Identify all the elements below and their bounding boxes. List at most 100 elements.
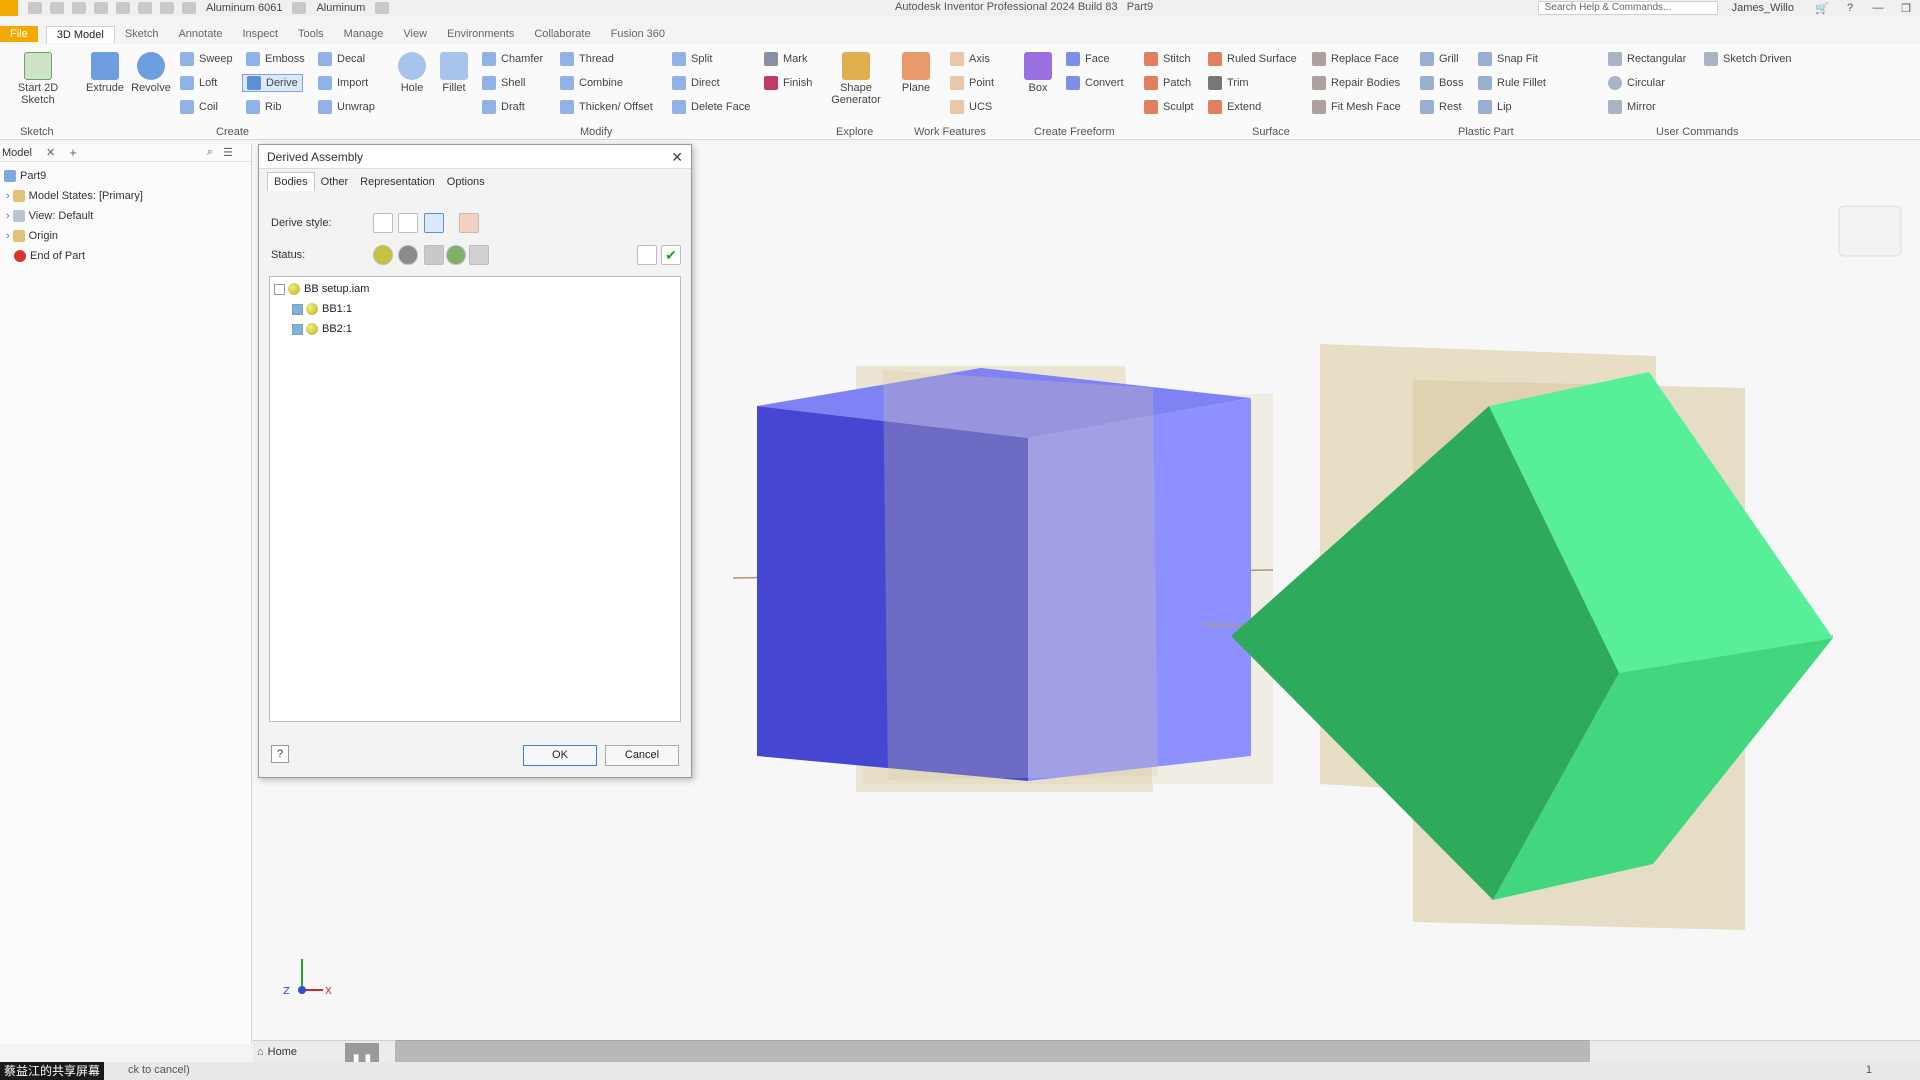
hole-button[interactable]: Hole <box>392 52 432 94</box>
tab-options[interactable]: Options <box>441 173 491 191</box>
coil-button[interactable]: Coil <box>180 98 218 116</box>
include-status-icon[interactable] <box>288 283 300 295</box>
tree-node-assembly[interactable]: BB setup.iam <box>274 283 369 295</box>
delete-face-button[interactable]: Delete Face <box>672 98 750 116</box>
tree-node-bb2[interactable]: BB2:1 <box>292 323 352 335</box>
split-button[interactable]: Split <box>672 50 712 68</box>
user-name[interactable]: James_Willo <box>1732 2 1794 14</box>
derive-surface-icon[interactable] <box>459 213 479 233</box>
tree-item-part9[interactable]: Part9 <box>4 170 46 182</box>
restore-icon[interactable]: ❐ <box>1892 2 1920 15</box>
collapse-icon[interactable] <box>274 283 285 295</box>
home-icon[interactable] <box>138 2 152 14</box>
circular-pattern-button[interactable]: Circular <box>1608 74 1665 92</box>
open-icon[interactable] <box>50 2 64 14</box>
mirror-button[interactable]: Mirror <box>1608 98 1656 116</box>
stitch-button[interactable]: Stitch <box>1144 50 1191 68</box>
shape-generator-button[interactable]: Shape Generator <box>826 52 886 106</box>
expand-icon[interactable]: › <box>6 190 10 202</box>
extrude-button[interactable]: Extrude <box>82 52 128 94</box>
emboss-button[interactable]: Emboss <box>246 50 305 68</box>
box-button[interactable]: Box <box>1018 52 1058 94</box>
direct-button[interactable]: Direct <box>672 74 720 92</box>
cancel-button[interactable]: Cancel <box>605 745 679 766</box>
tree-item-origin[interactable]: › Origin <box>6 230 58 242</box>
draft-button[interactable]: Draft <box>482 98 525 116</box>
tab-view[interactable]: View <box>393 26 437 42</box>
derive-multi-body-icon[interactable] <box>424 213 444 233</box>
help-button[interactable]: ? <box>271 745 289 763</box>
boss-button[interactable]: Boss <box>1420 74 1463 92</box>
search-icon[interactable]: ⌕ <box>207 146 213 159</box>
ruled-surface-button[interactable]: Ruled Surface <box>1208 50 1297 68</box>
tab-file[interactable]: File <box>0 26 38 42</box>
plane-button[interactable]: Plane <box>896 52 936 94</box>
trim-button[interactable]: Trim <box>1208 74 1249 92</box>
appearance-icon[interactable] <box>292 2 307 14</box>
rule-fillet-button[interactable]: Rule Fillet <box>1478 74 1546 92</box>
shell-button[interactable]: Shell <box>482 74 525 92</box>
tab-manage[interactable]: Manage <box>334 26 394 42</box>
tab-inspect[interactable]: Inspect <box>233 26 288 42</box>
rectangular-pattern-button[interactable]: Rectangular <box>1608 50 1686 68</box>
replace-face-button[interactable]: Replace Face <box>1312 50 1399 68</box>
patch-button[interactable]: Patch <box>1144 74 1191 92</box>
import-button[interactable]: Import <box>318 74 368 92</box>
include-status-icon[interactable] <box>306 323 318 335</box>
tab-fusion-360[interactable]: Fusion 360 <box>601 26 675 42</box>
inventor-logo-icon[interactable] <box>0 0 18 16</box>
tab-bodies[interactable]: Bodies <box>267 172 315 191</box>
tree-node-bb1[interactable]: BB1:1 <box>292 303 352 315</box>
extend-button[interactable]: Extend <box>1208 98 1261 116</box>
loft-button[interactable]: Loft <box>180 74 217 92</box>
minimize-icon[interactable]: — <box>1864 2 1892 14</box>
rest-button[interactable]: Rest <box>1420 98 1462 116</box>
status-intersect-icon[interactable] <box>446 245 466 265</box>
fillet-button[interactable]: Fillet <box>434 52 474 94</box>
undo-icon[interactable] <box>94 2 108 14</box>
thread-button[interactable]: Thread <box>560 50 614 68</box>
derive-button[interactable]: Derive <box>242 74 303 92</box>
appearance-select[interactable]: Aluminum <box>316 2 365 14</box>
search-input[interactable]: Search Help & Commands... <box>1537 1 1718 15</box>
snap-fit-button[interactable]: Snap Fit <box>1478 50 1538 68</box>
status-exclude-icon[interactable] <box>398 245 418 265</box>
tab-tools[interactable]: Tools <box>288 26 334 42</box>
tab-environments[interactable]: Environments <box>437 26 524 42</box>
cart-icon[interactable]: 🛒 <box>1808 2 1836 15</box>
combine-button[interactable]: Combine <box>560 74 623 92</box>
rib-button[interactable]: Rib <box>246 98 282 116</box>
axis-button[interactable]: Axis <box>950 50 990 68</box>
face-button[interactable]: Face <box>1066 50 1109 68</box>
tab-representation[interactable]: Representation <box>354 173 441 191</box>
select-cursor-icon[interactable] <box>637 245 657 265</box>
chamfer-button[interactable]: Chamfer <box>482 50 543 68</box>
sculpt-button[interactable]: Sculpt <box>1144 98 1194 116</box>
save-icon[interactable] <box>72 2 86 14</box>
grill-button[interactable]: Grill <box>1420 50 1459 68</box>
material-select[interactable]: Aluminum 6061 <box>206 2 282 14</box>
derive-single-body-seams-icon[interactable] <box>398 213 418 233</box>
tab-annotate[interactable]: Annotate <box>168 26 232 42</box>
decal-button[interactable]: Decal <box>318 50 365 68</box>
tab-3d-model[interactable]: 3D Model <box>45 25 115 43</box>
tree-item-end-of-part[interactable]: End of Part <box>14 250 85 262</box>
expand-icon[interactable]: › <box>6 230 10 242</box>
select-icon[interactable] <box>160 2 174 14</box>
material-icon[interactable] <box>182 2 196 14</box>
tab-collaborate[interactable]: Collaborate <box>524 26 600 42</box>
group-modify[interactable]: Modify <box>580 126 612 138</box>
repair-bodies-button[interactable]: Repair Bodies <box>1312 74 1400 92</box>
tab-other[interactable]: Other <box>315 173 355 191</box>
ucs-button[interactable]: UCS <box>950 98 992 116</box>
thicken-offset-button[interactable]: Thicken/ Offset <box>560 98 653 116</box>
tree-item-view[interactable]: › View: Default <box>6 210 93 222</box>
ok-button[interactable]: OK <box>523 745 597 766</box>
add-tab-icon[interactable]: + <box>69 145 77 160</box>
work-plane[interactable] <box>883 370 1158 780</box>
derive-single-body-icon[interactable] <box>373 213 393 233</box>
close-icon[interactable]: ✕ <box>46 146 55 159</box>
status-bounding-box-icon[interactable] <box>469 245 489 265</box>
fit-mesh-face-button[interactable]: Fit Mesh Face <box>1312 98 1401 116</box>
tree-item-model-states[interactable]: › Model States: [Primary] <box>6 190 143 202</box>
